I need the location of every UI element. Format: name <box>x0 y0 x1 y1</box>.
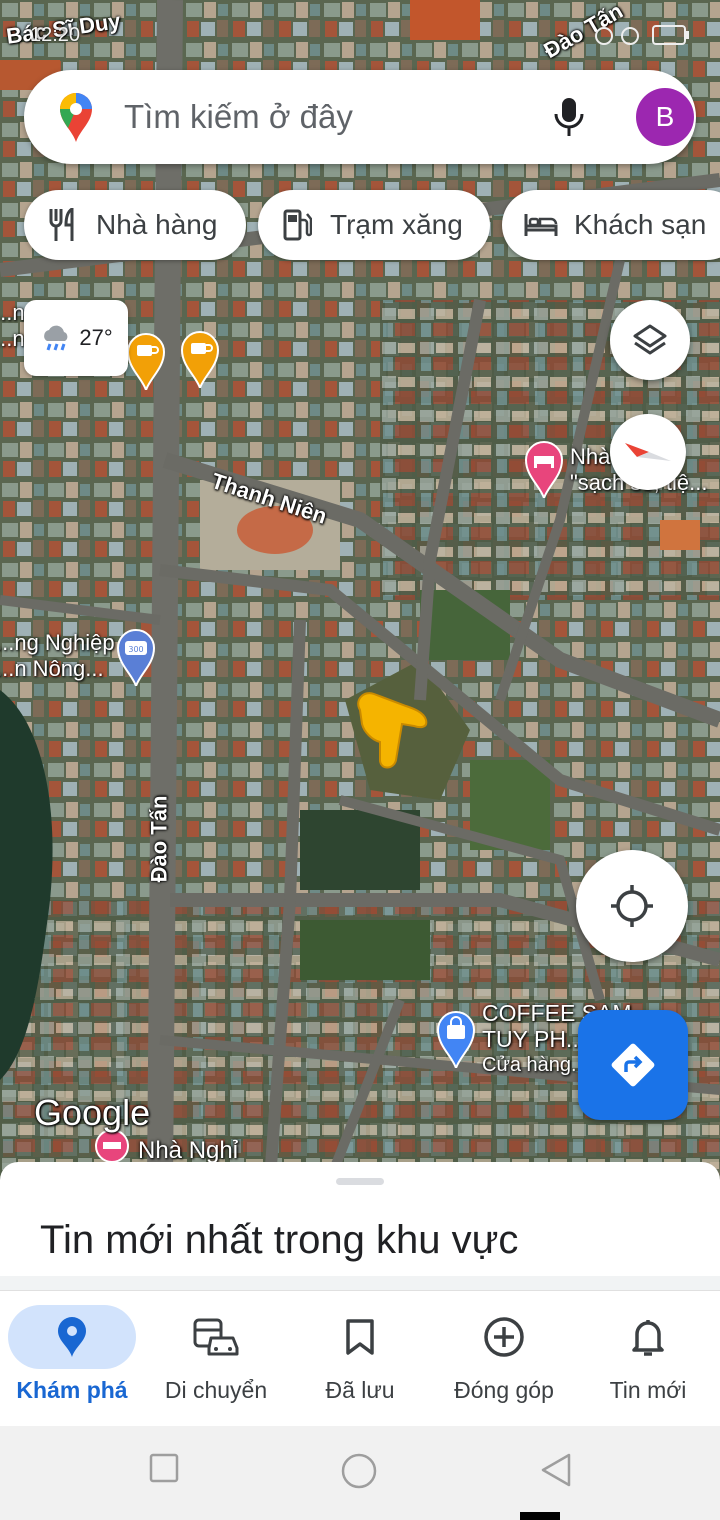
bank-icon: 300 <box>116 629 156 690</box>
rain-cloud-icon <box>44 325 68 351</box>
tab-label: Đóng góp <box>454 1377 554 1403</box>
tab-label: Tin mới <box>609 1377 687 1403</box>
directions-button[interactable] <box>578 1010 688 1120</box>
cafe-marker[interactable] <box>126 332 166 395</box>
commute-icon <box>193 1318 239 1356</box>
alarm-icon <box>595 27 613 45</box>
shopping-bag-icon <box>436 1011 476 1072</box>
recents-icon[interactable] <box>148 1452 180 1484</box>
tab-commute[interactable]: Di chuyển <box>144 1291 288 1427</box>
hotel-bed-icon <box>524 441 564 502</box>
tab-label: Đã lưu <box>325 1377 395 1403</box>
battery-icon <box>652 25 689 45</box>
coffee-icon <box>180 331 220 392</box>
compass-icon <box>625 443 671 461</box>
search-input[interactable]: Tìm kiếm ở đây <box>124 98 353 136</box>
home-icon[interactable] <box>340 1452 378 1490</box>
satellite-map[interactable]: Bác Sĩ Duy Đào Tấn Thanh Niên Đào Tấn ..… <box>0 0 720 1180</box>
explore-pin-icon <box>58 1317 86 1357</box>
cafe-marker[interactable] <box>180 330 220 393</box>
layers-icon <box>633 324 667 355</box>
chip-label: Khách sạn <box>574 209 707 240</box>
sheet-drag-handle[interactable] <box>336 1178 384 1185</box>
home-indicator <box>520 1512 560 1520</box>
status-bar: 12:20 <box>0 0 720 60</box>
tab-updates[interactable]: Tin mới <box>576 1291 720 1427</box>
bank-poi-label: ...ng Nghiệp ...n Nông... <box>0 630 115 681</box>
tab-explore[interactable]: Khám phá <box>0 1291 144 1427</box>
street-label: Đào Tấn <box>146 795 172 883</box>
signal-icon <box>621 27 639 45</box>
microphone-icon[interactable] <box>552 96 586 138</box>
bank-marker[interactable]: 300 <box>116 628 156 691</box>
bookmark-icon <box>346 1319 374 1355</box>
directions-icon <box>611 1043 655 1087</box>
add-circle-icon <box>484 1317 524 1357</box>
chip-hotel[interactable]: Khách sạn <box>502 190 720 260</box>
hotel-poi-label: Nhà Nghỉ <box>138 1137 239 1164</box>
google-watermark: Google <box>34 1092 151 1133</box>
google-maps-logo-icon <box>60 93 92 142</box>
sheet-title: Tin mới nhất trong khu vực <box>40 1218 519 1262</box>
weather-widget[interactable]: 27° <box>24 300 128 376</box>
chip-gas-station[interactable]: Trạm xăng <box>258 190 490 260</box>
search-bar[interactable]: Tìm kiếm ở đây B <box>24 70 696 164</box>
layers-button[interactable] <box>610 300 690 380</box>
compass-button[interactable] <box>610 414 686 490</box>
tab-contribute[interactable]: Đóng góp <box>432 1291 576 1427</box>
chip-label: Nhà hàng <box>96 209 218 240</box>
avatar[interactable]: B <box>636 88 694 146</box>
my-location-button[interactable] <box>576 850 688 962</box>
pointing-hand-icon <box>350 684 434 781</box>
chip-label: Trạm xăng <box>330 209 463 240</box>
back-icon[interactable] <box>540 1452 572 1488</box>
hotel-icon <box>524 214 558 236</box>
gas-station-icon <box>283 209 312 241</box>
bottom-navigation: Khám phá Di chuyển Đã lưu Đóng góp Tin m… <box>0 1290 720 1426</box>
bell-icon <box>632 1320 664 1356</box>
my-location-icon <box>611 885 653 927</box>
hotel-marker[interactable] <box>524 440 564 503</box>
tab-label: Di chuyển <box>164 1377 268 1403</box>
coffee-icon <box>126 333 166 394</box>
latest-news-sheet[interactable]: Tin mới nhất trong khu vực <box>0 1162 720 1290</box>
shop-marker[interactable] <box>436 1010 476 1073</box>
divider <box>0 1276 720 1290</box>
system-navigation-bar <box>0 1426 720 1520</box>
svg-text:300: 300 <box>128 645 143 654</box>
restaurant-icon <box>49 208 74 241</box>
status-time: 12:20 <box>30 24 81 46</box>
temperature: 27° <box>79 325 113 350</box>
chip-restaurant[interactable]: Nhà hàng <box>24 190 246 260</box>
tab-saved[interactable]: Đã lưu <box>288 1291 432 1427</box>
tab-label: Khám phá <box>16 1377 128 1403</box>
